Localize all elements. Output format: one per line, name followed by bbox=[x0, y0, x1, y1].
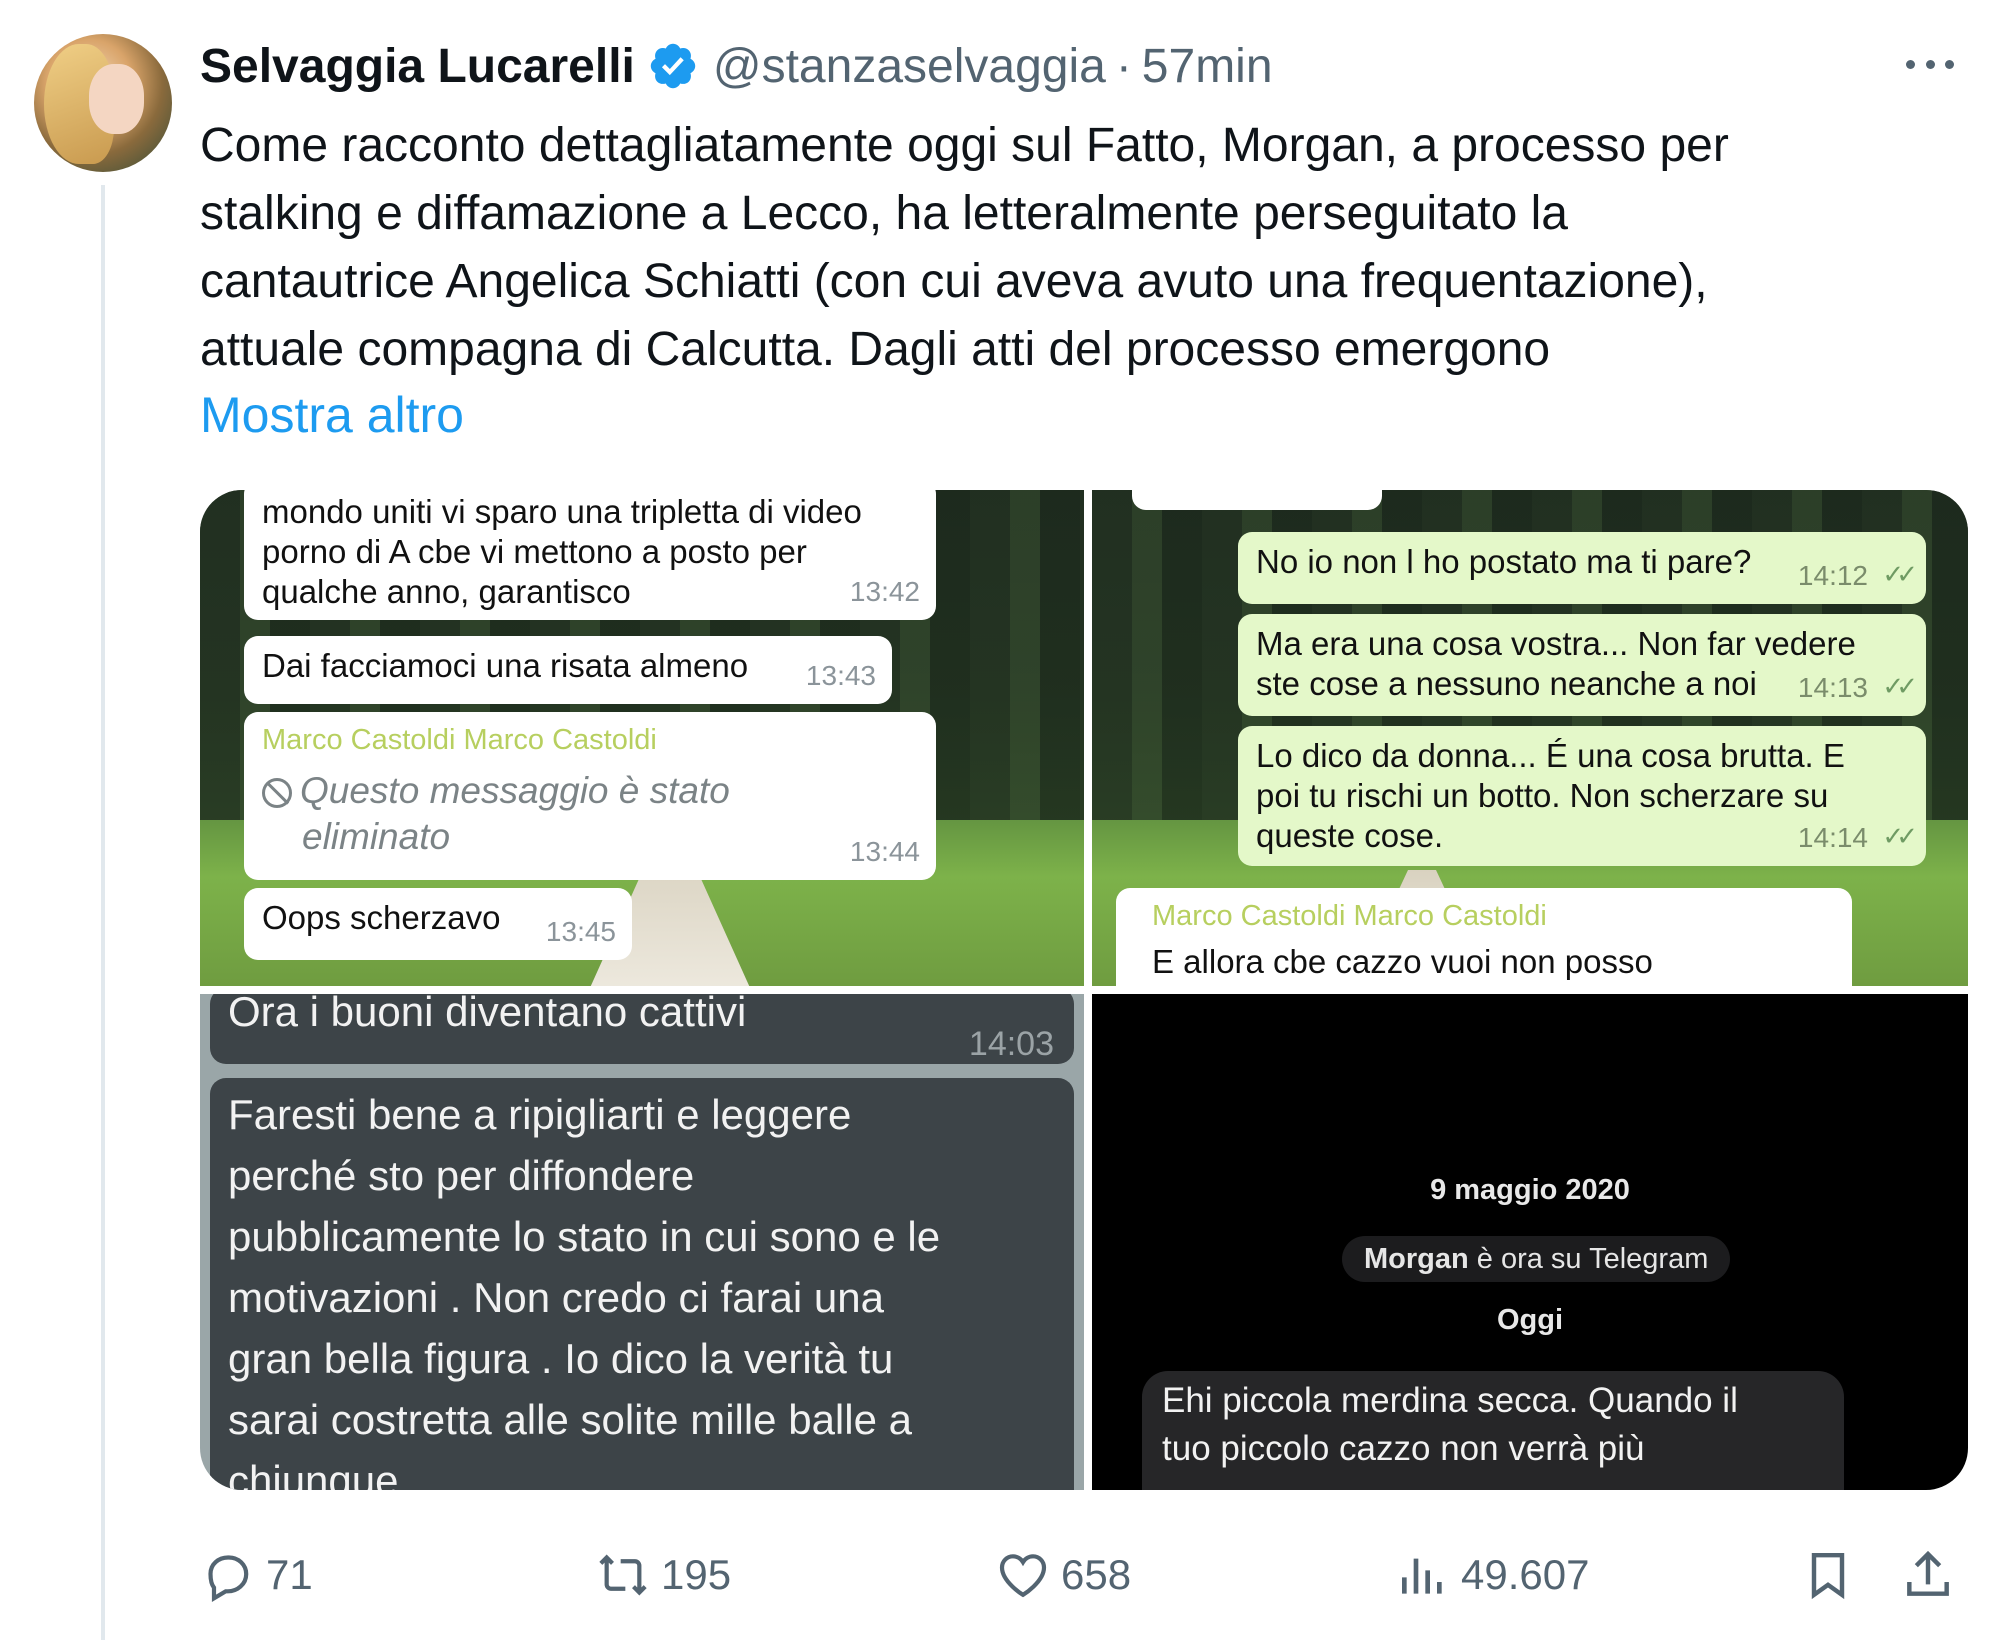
more-dot bbox=[1925, 59, 1935, 69]
chat-bubble: Ora i buoni diventano cattivi 14:03 bbox=[210, 994, 1074, 1064]
message-line: Ehi piccola merdina secca. Quando il bbox=[1162, 1381, 1738, 1420]
message-line: perché sto per diffondere bbox=[228, 1152, 695, 1199]
message-sender: Marco Castoldi Marco Castoldi bbox=[1152, 900, 1547, 932]
chat-bubble: mondo uniti vi sparo una tripletta di vi… bbox=[244, 490, 936, 620]
service-message: Morgan è ora su Telegram bbox=[1342, 1236, 1731, 1282]
message-line: Faresti bene a ripigliarti e leggere bbox=[228, 1091, 852, 1138]
like-button[interactable]: 658 bbox=[995, 1540, 1131, 1610]
chat-date: 9 maggio 2020 bbox=[1430, 1174, 1630, 1206]
more-dot bbox=[1906, 59, 1915, 69]
more-options-icon[interactable] bbox=[1900, 44, 1960, 84]
read-ticks-icon: ✓✓ bbox=[1882, 671, 1917, 701]
tweet-time[interactable]: 57min bbox=[1142, 39, 1273, 94]
retweet-icon bbox=[599, 1554, 647, 1596]
message-text: Dai facciamoci una risata almeno bbox=[262, 647, 749, 684]
media-image-3[interactable]: Ora i buoni diventano cattivi 14:03 Fare… bbox=[200, 994, 1084, 1490]
service-text: è ora su Telegram bbox=[1468, 1243, 1709, 1275]
thread-line bbox=[101, 185, 105, 1640]
message-line: poi tu rischi un botto. Non scherzare su bbox=[1256, 777, 1829, 814]
message-line: gran bella figura . Io dico la verità tu bbox=[228, 1335, 894, 1382]
deleted-message: Questo messaggio è stato eliminato bbox=[262, 768, 918, 860]
chat-bubble-sent: Lo dico da donna... É una cosa brutta. E… bbox=[1238, 726, 1926, 866]
like-count: 658 bbox=[1061, 1551, 1132, 1598]
tweet-text-line: attuale compagna di Calcutta. Dagli atti… bbox=[200, 323, 1551, 376]
message-line: chiunque bbox=[228, 1457, 399, 1490]
views-count: 49.607 bbox=[1461, 1551, 1590, 1598]
message-text: E allora cbe cazzo vuoi non posso bbox=[1152, 943, 1653, 980]
deleted-text: eliminato bbox=[302, 816, 451, 857]
message-text: Ora i buoni diventano cattivi bbox=[228, 994, 747, 1035]
chat-bubble: Ehi piccola merdina secca. Quando il tuo… bbox=[1142, 1371, 1844, 1490]
message-time: 14:13 bbox=[1797, 672, 1868, 703]
chat-bubble-deleted: Marco Castoldi Marco Castoldi Questo mes… bbox=[244, 712, 936, 880]
chat-bubble-partial bbox=[1132, 490, 1382, 510]
tweet-header: Selvaggia Lucarelli @stanzaselvaggia · 5… bbox=[200, 36, 1273, 96]
message-sender: Marco Castoldi Marco Castoldi bbox=[262, 724, 657, 756]
tweet-text: Come racconto dettagliatamente oggi sul … bbox=[200, 112, 1960, 384]
message-time: 14:03 bbox=[968, 1025, 1054, 1063]
chat-date-today: Oggi bbox=[1496, 1304, 1564, 1336]
heart-icon bbox=[999, 1554, 1047, 1598]
show-more-link[interactable]: Mostra altro bbox=[200, 386, 464, 444]
tweet-actions: 71 195 658 49.607 bbox=[200, 1540, 1970, 1610]
message-line: mondo uniti vi sparo una tripletta di vi… bbox=[262, 493, 862, 530]
message-line: tuo piccolo cazzo non verrà più bbox=[1162, 1429, 1645, 1468]
read-ticks-icon: ✓✓ bbox=[1882, 559, 1917, 589]
media-image-1[interactable]: mondo uniti vi sparo una tripletta di vi… bbox=[200, 490, 1084, 986]
retweet-count: 195 bbox=[661, 1551, 732, 1598]
reply-icon bbox=[208, 1555, 249, 1603]
message-line: porno di A cbe vi mettono a posto per bbox=[262, 533, 807, 570]
deleted-icon bbox=[262, 778, 292, 809]
reply-count: 71 bbox=[266, 1551, 313, 1598]
media-image-4[interactable]: 9 maggio 2020 Morgan è ora su Telegram O… bbox=[1092, 994, 1968, 1490]
tweet-text-line: stalking e diffamazione a Lecco, ha lett… bbox=[200, 187, 1568, 240]
service-name: Morgan bbox=[1364, 1243, 1469, 1275]
chat-bubble-sent: Ma era una cosa vostra... Non far vedere… bbox=[1238, 614, 1926, 716]
verified-badge-icon bbox=[650, 43, 696, 89]
tweet-text-line: cantautrice Angelica Schiatti (con cui a… bbox=[200, 255, 1708, 308]
tweet-text-line: Come racconto dettagliatamente oggi sul … bbox=[200, 119, 1729, 172]
retweet-button[interactable]: 195 bbox=[595, 1540, 731, 1610]
media-grid: mondo uniti vi sparo una tripletta di vi… bbox=[200, 490, 1968, 1490]
views-button[interactable]: 49.607 bbox=[1395, 1540, 1589, 1610]
tweet: Selvaggia Lucarelli @stanzaselvaggia · 5… bbox=[0, 0, 2000, 1640]
message-line: sarai costretta alle solite mille balle … bbox=[228, 1396, 912, 1443]
avatar-face bbox=[89, 64, 144, 134]
message-line: qualche anno, garantisco bbox=[262, 573, 631, 610]
bookmark-icon bbox=[1811, 1552, 1845, 1600]
read-ticks-icon: ✓✓ bbox=[1882, 821, 1917, 851]
avatar[interactable] bbox=[34, 34, 172, 172]
share-icon bbox=[1907, 1550, 1949, 1596]
message-time: 13:45 bbox=[545, 916, 616, 947]
message-time: 13:42 bbox=[849, 576, 920, 607]
message-time: 14:14 bbox=[1797, 822, 1868, 853]
message-time: 13:43 bbox=[805, 660, 876, 691]
chat-bubble-sent: No io non l ho postato ma ti pare? 14:12… bbox=[1238, 532, 1926, 604]
chat-bubble: Oops scherzavo 13:45 bbox=[244, 888, 632, 960]
reply-button[interactable]: 71 bbox=[200, 1540, 313, 1610]
chat-bubble: Dai facciamoci una risata almeno 13:43 bbox=[244, 636, 892, 704]
message-line: pubblicamente lo stato in cui sono e le bbox=[228, 1213, 941, 1260]
author-name[interactable]: Selvaggia Lucarelli bbox=[200, 39, 635, 94]
message-time: 14:12 bbox=[1797, 560, 1868, 591]
separator-dot: · bbox=[1115, 39, 1132, 93]
chat-bubble: Faresti bene a ripigliarti e leggere per… bbox=[210, 1078, 1074, 1490]
author-handle[interactable]: @stanzaselvaggia bbox=[713, 39, 1106, 94]
more-dot bbox=[1945, 59, 1954, 69]
message-line: Ma era una cosa vostra... Non far vedere bbox=[1256, 625, 1856, 662]
media-image-2[interactable]: No io non l ho postato ma ti pare? 14:12… bbox=[1092, 490, 1968, 986]
views-icon bbox=[1402, 1558, 1442, 1594]
bookmark-button[interactable] bbox=[1800, 1540, 1866, 1610]
message-line: Lo dico da donna... É una cosa brutta. E bbox=[1256, 737, 1845, 774]
deleted-text: Questo messaggio è stato bbox=[300, 770, 730, 811]
share-button[interactable] bbox=[1900, 1540, 1966, 1610]
message-time: 13:44 bbox=[849, 836, 920, 867]
message-line: motivazioni . Non credo ci farai una bbox=[228, 1274, 884, 1321]
chat-bubble: Marco Castoldi Marco Castoldi E allora c… bbox=[1116, 888, 1852, 986]
